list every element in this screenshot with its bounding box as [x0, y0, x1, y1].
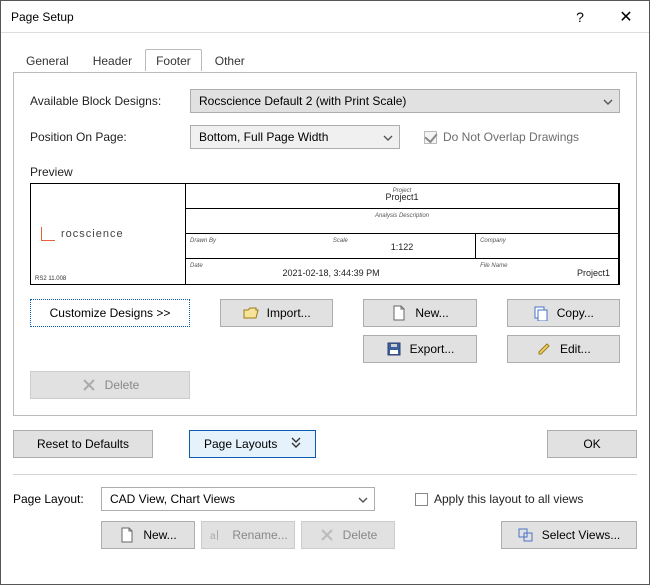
export-button[interactable]: Export...	[363, 335, 476, 363]
page-layout-value: CAD View, Chart Views	[110, 492, 235, 506]
reset-defaults-button[interactable]: Reset to Defaults	[13, 430, 153, 458]
svg-text:a: a	[210, 531, 216, 542]
logo-mark-icon	[41, 227, 55, 241]
tab-strip: General Header Footer Other	[13, 49, 637, 73]
available-designs-value: Rocscience Default 2 (with Print Scale)	[199, 94, 406, 108]
new-file-icon	[119, 527, 135, 543]
footer-panel: Available Block Designs: Rocscience Defa…	[13, 73, 637, 416]
page-layout-label: Page Layout:	[13, 492, 101, 506]
layout-delete-button: Delete	[301, 521, 395, 549]
double-chevron-down-icon	[291, 437, 301, 452]
apply-all-label: Apply this layout to all views	[434, 492, 583, 506]
preview-logo-cell: rocscience RS2 11.008	[31, 184, 186, 284]
position-label: Position On Page:	[30, 130, 190, 144]
preview-analysis-cell: Analysis Description	[186, 209, 619, 234]
delete-button: Delete	[30, 371, 190, 399]
do-not-overlap-option: Do Not Overlap Drawings	[424, 130, 579, 144]
do-not-overlap-checkbox	[424, 131, 437, 144]
preview-filename-cell: File NameProject1	[476, 259, 619, 284]
page-layout-select[interactable]: CAD View, Chart Views	[101, 487, 375, 511]
customize-designs-button[interactable]: Customize Designs >>	[30, 299, 190, 327]
rocscience-logo: rocscience	[41, 227, 124, 241]
title-bar: Page Setup ? ✕	[1, 1, 649, 33]
separator	[13, 474, 637, 475]
import-button[interactable]: Import...	[220, 299, 333, 327]
position-value: Bottom, Full Page Width	[199, 130, 328, 144]
do-not-overlap-label: Do Not Overlap Drawings	[443, 130, 579, 144]
layout-rename-button: a Rename...	[201, 521, 295, 549]
preview-version: RS2 11.008	[35, 276, 66, 282]
new-file-icon	[391, 305, 407, 321]
copy-button[interactable]: Copy...	[507, 299, 620, 327]
rename-icon: a	[208, 527, 224, 543]
available-designs-label: Available Block Designs:	[30, 94, 190, 108]
tab-header[interactable]: Header	[82, 49, 143, 71]
window-title: Page Setup	[11, 10, 557, 24]
position-select[interactable]: Bottom, Full Page Width	[190, 125, 400, 149]
apply-all-option[interactable]: Apply this layout to all views	[415, 492, 583, 506]
folder-open-icon	[243, 305, 259, 321]
preview-scale-cell: Scale1:122	[329, 234, 476, 259]
preview-frame: rocscience RS2 11.008 Project Project1 A…	[30, 183, 620, 285]
chevron-down-icon	[603, 94, 613, 108]
tab-other[interactable]: Other	[204, 49, 256, 71]
page-layouts-toggle[interactable]: Page Layouts	[189, 430, 316, 458]
new-button[interactable]: New...	[363, 299, 476, 327]
ok-button[interactable]: OK	[547, 430, 637, 458]
layout-new-button[interactable]: New...	[101, 521, 195, 549]
pencil-icon	[536, 341, 552, 357]
preview-company-cell: Company	[476, 234, 619, 259]
select-views-icon	[518, 527, 534, 543]
preview-project-cell: Project Project1	[186, 184, 619, 209]
available-designs-select[interactable]: Rocscience Default 2 (with Print Scale)	[190, 89, 620, 113]
preview-table: Project Project1 Analysis Description Dr…	[186, 184, 619, 284]
select-views-button[interactable]: Select Views...	[501, 521, 637, 549]
close-button[interactable]: ✕	[603, 1, 649, 33]
copy-icon	[533, 305, 549, 321]
delete-icon	[319, 527, 335, 543]
preview-label: Preview	[30, 165, 620, 179]
apply-all-checkbox[interactable]	[415, 493, 428, 506]
edit-button[interactable]: Edit...	[507, 335, 620, 363]
preview-date-cell: Date2021-02-18, 3:44:39 PM	[186, 259, 476, 284]
chevron-down-icon	[383, 130, 393, 144]
help-button[interactable]: ?	[557, 1, 603, 33]
preview-drawnby-cell: Drawn By	[186, 234, 329, 259]
tab-footer[interactable]: Footer	[145, 49, 202, 71]
save-icon	[386, 341, 402, 357]
tab-general[interactable]: General	[15, 49, 80, 71]
delete-icon	[81, 377, 97, 393]
chevron-down-icon	[358, 492, 368, 506]
